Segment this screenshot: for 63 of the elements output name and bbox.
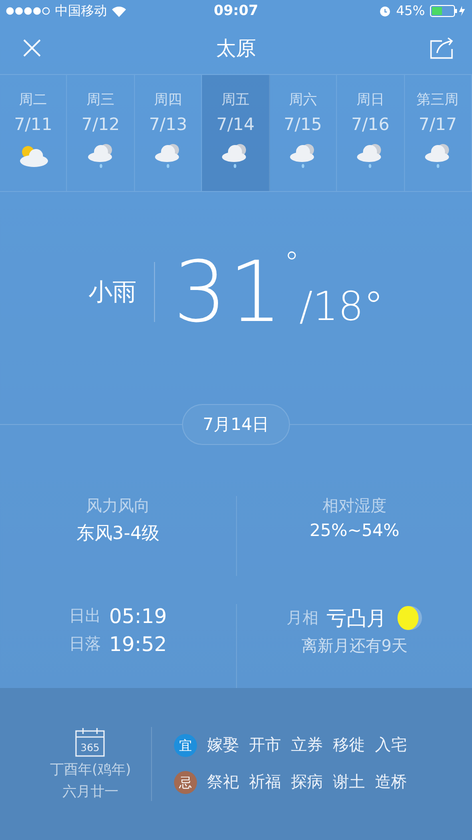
almanac-item: 嫁娶 [206, 735, 239, 756]
sunrise-label: 日出 [69, 606, 102, 626]
humidity-value: 25%~54% [310, 521, 400, 541]
forecast-day[interactable]: 周四 7/13 [134, 75, 202, 191]
high-temperature: 31 [173, 250, 284, 334]
weekday-label: 周二 [19, 91, 48, 109]
almanac-badge: 宜 [174, 734, 197, 757]
sunset-label: 日落 [69, 634, 102, 654]
almanac-item: 祭祀 [206, 772, 239, 793]
new-moon-countdown: 离新月还有9天 [301, 636, 408, 657]
forecast-day[interactable]: 周二 7/11 [0, 75, 68, 191]
day-date: 7/11 [14, 115, 52, 135]
almanac-item: 入宅 [374, 735, 407, 756]
share-icon[interactable] [430, 37, 454, 59]
day-date: 7/15 [284, 115, 322, 135]
wind-value: 东风3-4级 [76, 522, 160, 545]
almanac-badge: 忌 [174, 771, 197, 794]
day-date: 7/12 [82, 115, 120, 135]
almanac-item: 祈福 [248, 772, 281, 793]
forecast-day[interactable]: 第三周 7/17 [404, 75, 472, 191]
weekday-label: 周三 [86, 91, 115, 109]
calendar-icon: 365 [75, 727, 106, 757]
almanac-item: 立券 [290, 735, 323, 756]
weekday-label: 周五 [221, 91, 250, 109]
almanac-item: 造桥 [374, 772, 407, 793]
sunset-time: 19:52 [109, 632, 167, 656]
forecast-day[interactable]: 周日 7/16 [337, 75, 405, 191]
wind-label: 风力风向 [86, 496, 150, 517]
lunar-year: 丁酉年(鸡年) [50, 761, 131, 779]
moon-icon [394, 604, 422, 632]
lunar-date: 六月廿一 [62, 783, 118, 801]
weather-condition: 小雨 [88, 262, 156, 322]
forecast-day[interactable]: 周三 7/12 [67, 75, 135, 191]
day-date: 7/17 [418, 115, 457, 135]
city-title: 太原 [216, 34, 256, 62]
almanac-item: 探病 [290, 772, 323, 793]
forecast-day[interactable]: 周五 7/14 [202, 75, 270, 191]
close-icon[interactable] [22, 38, 42, 58]
day-date: 7/14 [216, 115, 255, 135]
battery-charging-icon [430, 5, 466, 17]
battery-percent: 45% [396, 4, 425, 18]
almanac-item: 谢土 [332, 772, 365, 793]
alarm-icon [379, 5, 392, 17]
carrier-name: 中国移动 [55, 3, 107, 20]
wifi-icon [112, 6, 126, 16]
date-pill: 7月14日 [182, 404, 290, 444]
weekday-label: 周六 [288, 91, 317, 109]
forecast-day[interactable]: 周六 7/15 [270, 75, 338, 191]
weekday-label: 周日 [356, 91, 384, 109]
weekday-label: 第三周 [416, 91, 459, 109]
day-date: 7/13 [148, 115, 188, 135]
weekday-label: 周四 [154, 91, 182, 109]
moon-label: 月相 [286, 608, 318, 628]
degree-sign: ° [284, 246, 300, 281]
almanac-item: 移徙 [332, 735, 365, 756]
moon-phase: 亏凸月 [326, 604, 386, 632]
low-temperature: /18° [299, 284, 384, 330]
sunrise-time: 05:19 [109, 604, 167, 628]
signal-icon [6, 7, 50, 15]
almanac-item: 开市 [248, 735, 281, 756]
status-time: 09:07 [214, 3, 258, 19]
day-date: 7/16 [351, 115, 390, 135]
humidity-label: 相对湿度 [322, 496, 386, 517]
